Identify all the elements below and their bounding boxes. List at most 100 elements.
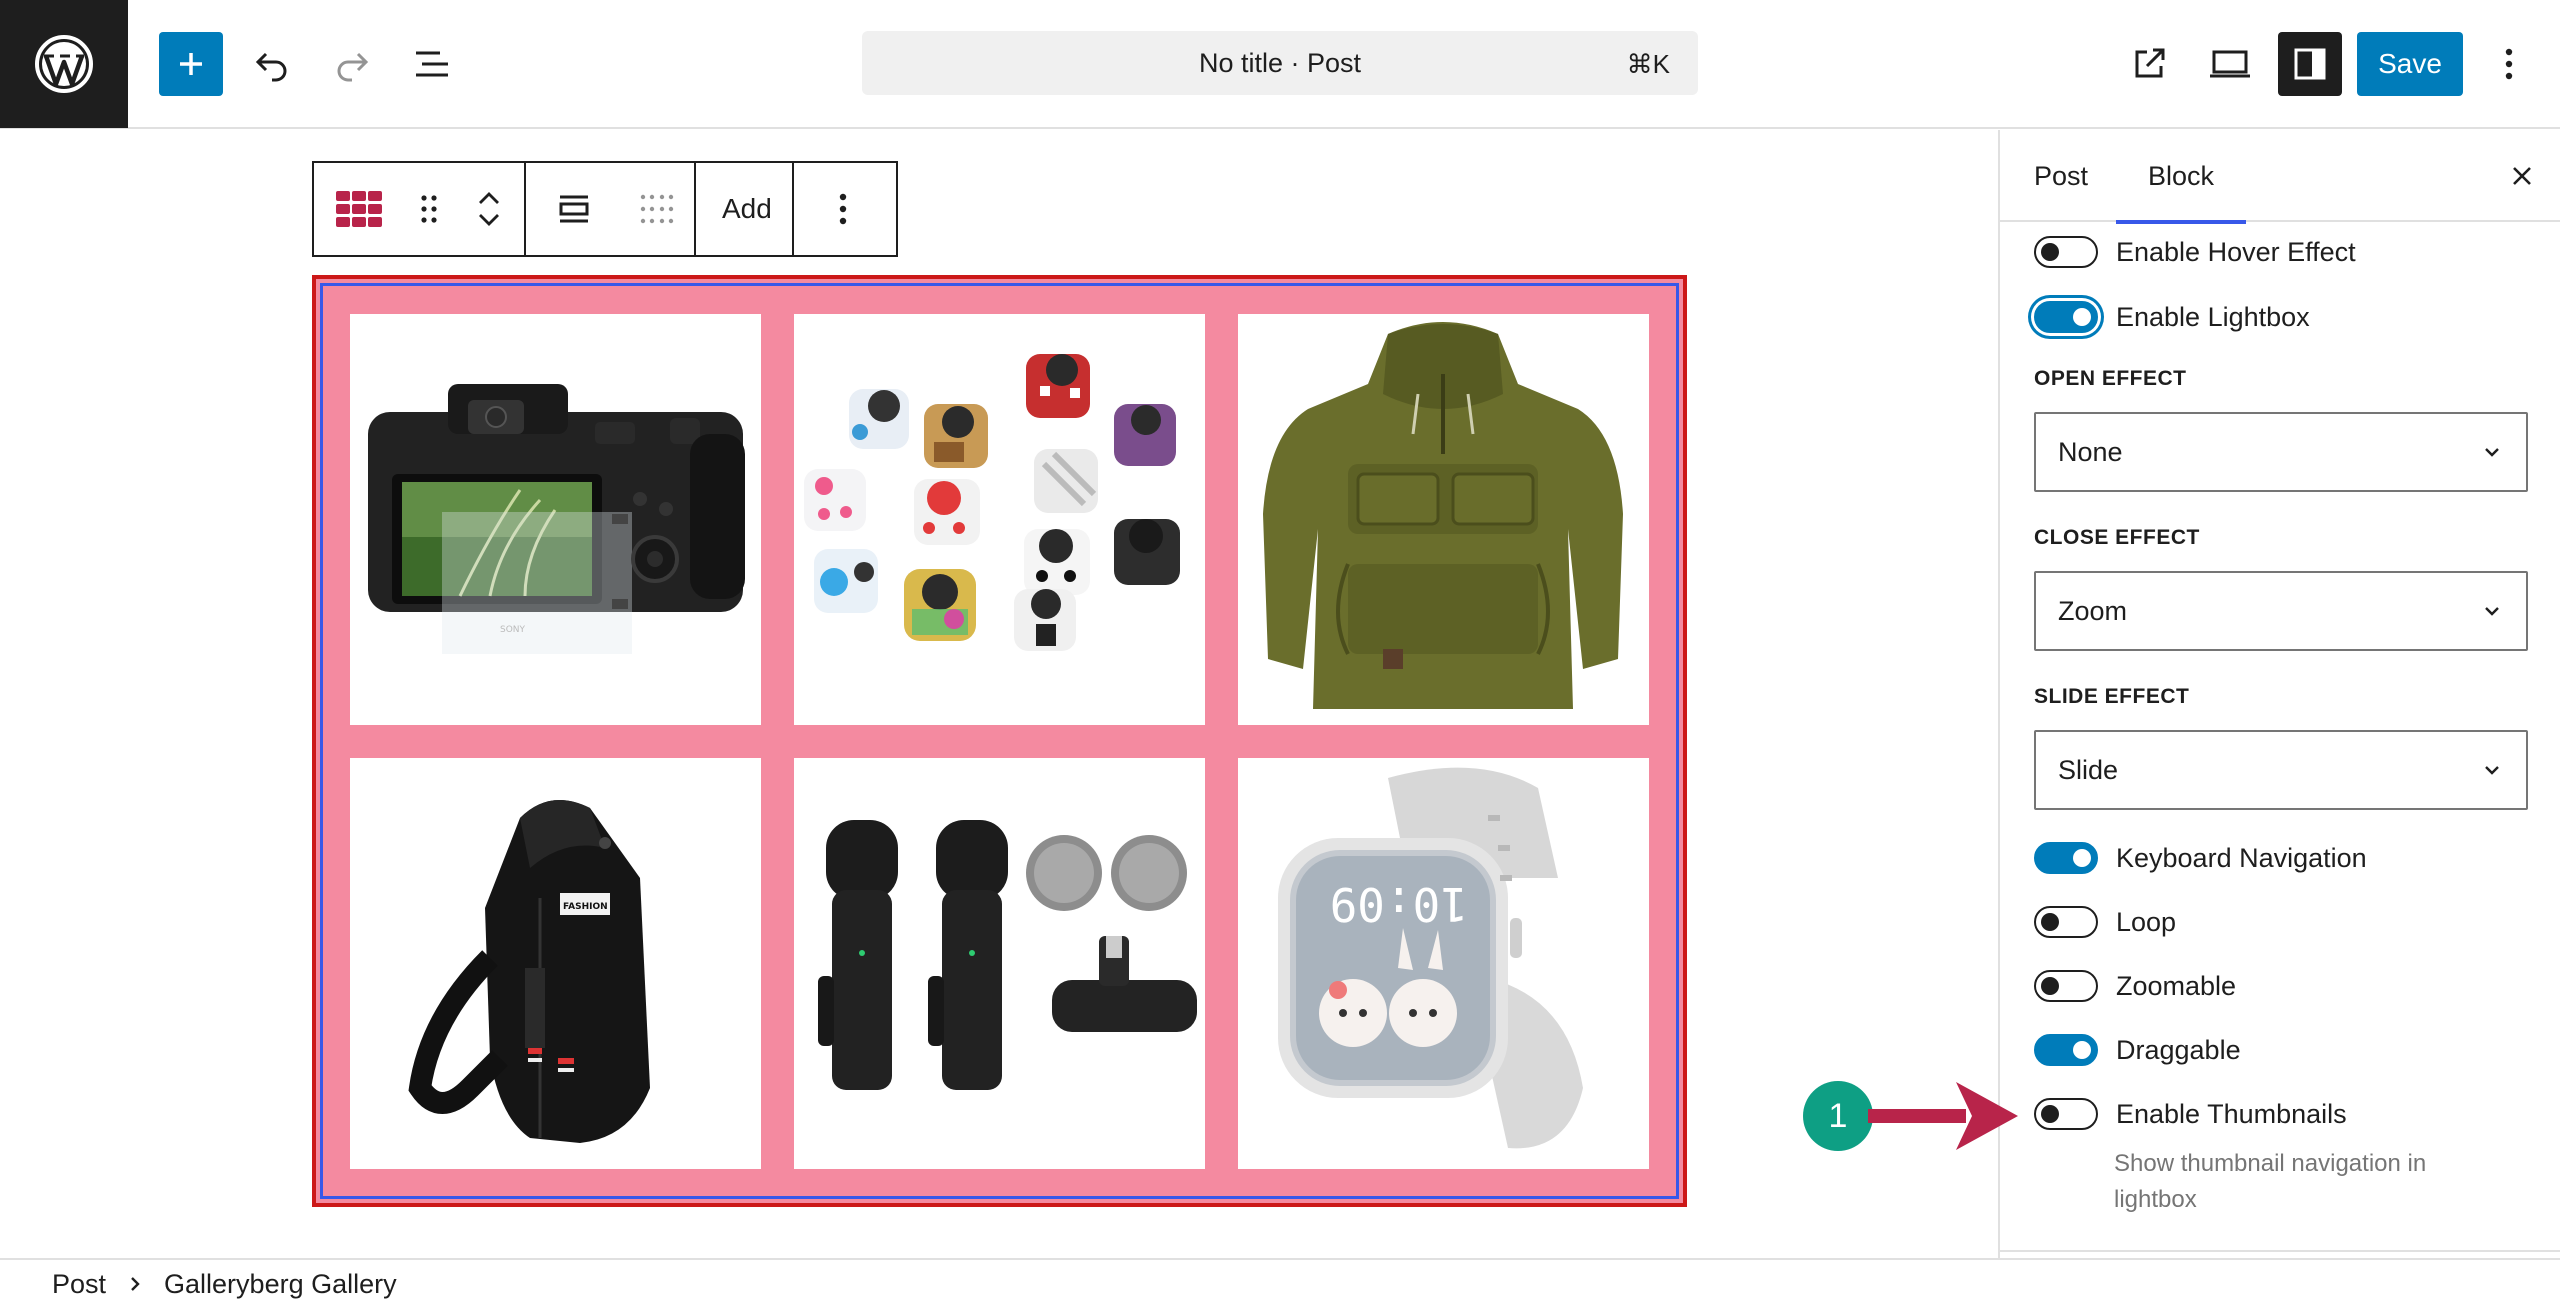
undo-button[interactable] <box>240 32 304 96</box>
breadcrumb-separator <box>128 1274 142 1294</box>
sidebar-divider <box>2000 1250 2560 1252</box>
keyboard-navigation-toggle[interactable] <box>2034 842 2098 874</box>
chevron-down-icon <box>2485 766 2499 775</box>
view-post-button[interactable] <box>2117 32 2181 96</box>
block-toolbar-group-1 <box>314 163 526 255</box>
step-badge: 1 <box>1803 1081 1873 1151</box>
draggable-toggle[interactable] <box>2034 1034 2098 1066</box>
close-effect-value: Zoom <box>2058 595 2128 626</box>
sling-bag-image: FASHION <box>408 800 650 1143</box>
external-link-icon <box>2135 48 2165 78</box>
wordpress-logo[interactable] <box>0 0 128 128</box>
more-vertical-icon <box>2505 48 2513 80</box>
chevron-down-icon <box>2485 448 2499 457</box>
hoodie-image <box>1263 322 1623 709</box>
enable-hover-effect-row: Enable Hover Effect <box>2034 232 2356 272</box>
block-toolbar-group-2 <box>526 163 696 255</box>
list-view-button[interactable] <box>400 32 464 96</box>
gallery-image-smartwatch[interactable]: 10:09 <box>1238 758 1649 1169</box>
enable-thumbnails-toggle[interactable] <box>2034 1098 2098 1130</box>
gallery-image-fidget-cubes[interactable] <box>794 314 1205 725</box>
enable-thumbnails-row: Enable Thumbnails <box>2034 1094 2347 1134</box>
enable-lightbox-toggle[interactable] <box>2034 301 2098 333</box>
editor-header: No title · Post ⌘K Save <box>0 0 2560 129</box>
smartwatch-image: 10:09 <box>1278 767 1583 1149</box>
plus-icon <box>180 53 202 75</box>
gallery-image-microphones[interactable] <box>794 758 1205 1169</box>
enable-thumbnails-label: Enable Thumbnails <box>2116 1098 2347 1129</box>
block-breadcrumb: Post Galleryberg Gallery <box>0 1258 2560 1308</box>
breadcrumb-gallery[interactable]: Galleryberg Gallery <box>164 1269 397 1300</box>
chevron-up-icon[interactable] <box>476 187 502 209</box>
annotation-arrow-icon <box>1868 1082 2018 1150</box>
move-buttons <box>454 163 524 255</box>
tab-block[interactable]: Block <box>2116 130 2246 224</box>
keyboard-navigation-label: Keyboard Navigation <box>2116 842 2367 873</box>
align-button[interactable] <box>526 163 622 255</box>
enable-lightbox-row: Enable Lightbox <box>2034 297 2310 337</box>
block-options-button[interactable] <box>794 163 892 255</box>
slide-effect-value: Slide <box>2058 754 2119 785</box>
drag-handle[interactable] <box>404 163 454 255</box>
align-icon <box>559 195 589 223</box>
add-image-button[interactable]: Add <box>696 163 798 255</box>
open-effect-label: OPEN EFFECT <box>2034 367 2187 390</box>
slide-effect-label: SLIDE EFFECT <box>2034 685 2190 708</box>
settings-sidebar: Post Block Enable Hover Effect Enable Li… <box>1998 130 2560 1258</box>
block-toolbar-group-4 <box>794 163 892 255</box>
breadcrumb-post[interactable]: Post <box>0 1269 106 1300</box>
loop-toggle[interactable] <box>2034 906 2098 938</box>
close-sidebar-button[interactable] <box>2498 152 2546 200</box>
list-view-icon <box>416 51 448 77</box>
zoomable-toggle[interactable] <box>2034 970 2098 1002</box>
options-button[interactable] <box>2477 32 2541 96</box>
command-shortcut: ⌘K <box>1626 49 1670 79</box>
document-title-bar[interactable]: No title · Post ⌘K <box>862 31 1698 95</box>
chevron-down-icon <box>2485 607 2499 616</box>
galleryberg-gallery-block[interactable]: SONY FASHION 10:09 <box>312 275 1687 1207</box>
gallery-image-hoodie[interactable] <box>1238 314 1649 725</box>
grid-dots-icon <box>640 194 674 224</box>
keyboard-navigation-row: Keyboard Navigation <box>2034 838 2367 878</box>
svg-text:SONY: SONY <box>500 625 526 635</box>
camera-image: SONY <box>368 384 745 654</box>
zoomable-label: Zoomable <box>2116 970 2237 1001</box>
gallery-image-camera[interactable]: SONY <box>350 314 761 725</box>
open-effect-value: None <box>2058 436 2123 467</box>
slide-effect-select[interactable]: Slide <box>2034 730 2528 810</box>
settings-button[interactable] <box>2278 32 2342 96</box>
block-toolbar-group-3: Add <box>696 163 794 255</box>
save-button[interactable]: Save <box>2357 32 2463 96</box>
block-toolbar: Add <box>312 161 898 257</box>
undo-icon <box>255 52 287 82</box>
draggable-label: Draggable <box>2116 1034 2241 1065</box>
zoomable-row: Zoomable <box>2034 966 2236 1006</box>
enable-hover-effect-label: Enable Hover Effect <box>2116 236 2356 267</box>
close-effect-label: CLOSE EFFECT <box>2034 526 2200 549</box>
gallery-block-icon <box>336 191 382 227</box>
more-vertical-icon <box>839 193 847 225</box>
svg-text:FASHION: FASHION <box>563 902 608 912</box>
drag-handle-icon <box>421 195 437 223</box>
close-effect-select[interactable]: Zoom <box>2034 571 2528 651</box>
gallery-image-sling-bag[interactable]: FASHION <box>350 758 761 1169</box>
grid-layout-button[interactable] <box>622 163 692 255</box>
redo-button[interactable] <box>320 32 384 96</box>
chevron-down-icon[interactable] <box>476 209 502 231</box>
draggable-row: Draggable <box>2034 1030 2241 1070</box>
svg-text:10:09: 10:09 <box>1330 877 1468 931</box>
desktop-preview-icon <box>2210 50 2250 78</box>
enable-hover-effect-toggle[interactable] <box>2034 236 2098 268</box>
add-block-button[interactable] <box>159 32 223 96</box>
enable-lightbox-label: Enable Lightbox <box>2116 301 2310 332</box>
redo-icon <box>337 52 369 82</box>
document-title: No title · Post <box>1198 47 1362 78</box>
preview-button[interactable] <box>2198 32 2262 96</box>
loop-row: Loop <box>2034 902 2176 942</box>
block-type-button[interactable] <box>314 163 404 255</box>
enable-thumbnails-help: Show thumbnail navigation in lightbox <box>2114 1150 2427 1213</box>
microphones-image <box>818 820 1197 1090</box>
open-effect-select[interactable]: None <box>2034 412 2528 492</box>
tab-post[interactable]: Post <box>2034 130 2088 222</box>
loop-label: Loop <box>2116 906 2177 937</box>
